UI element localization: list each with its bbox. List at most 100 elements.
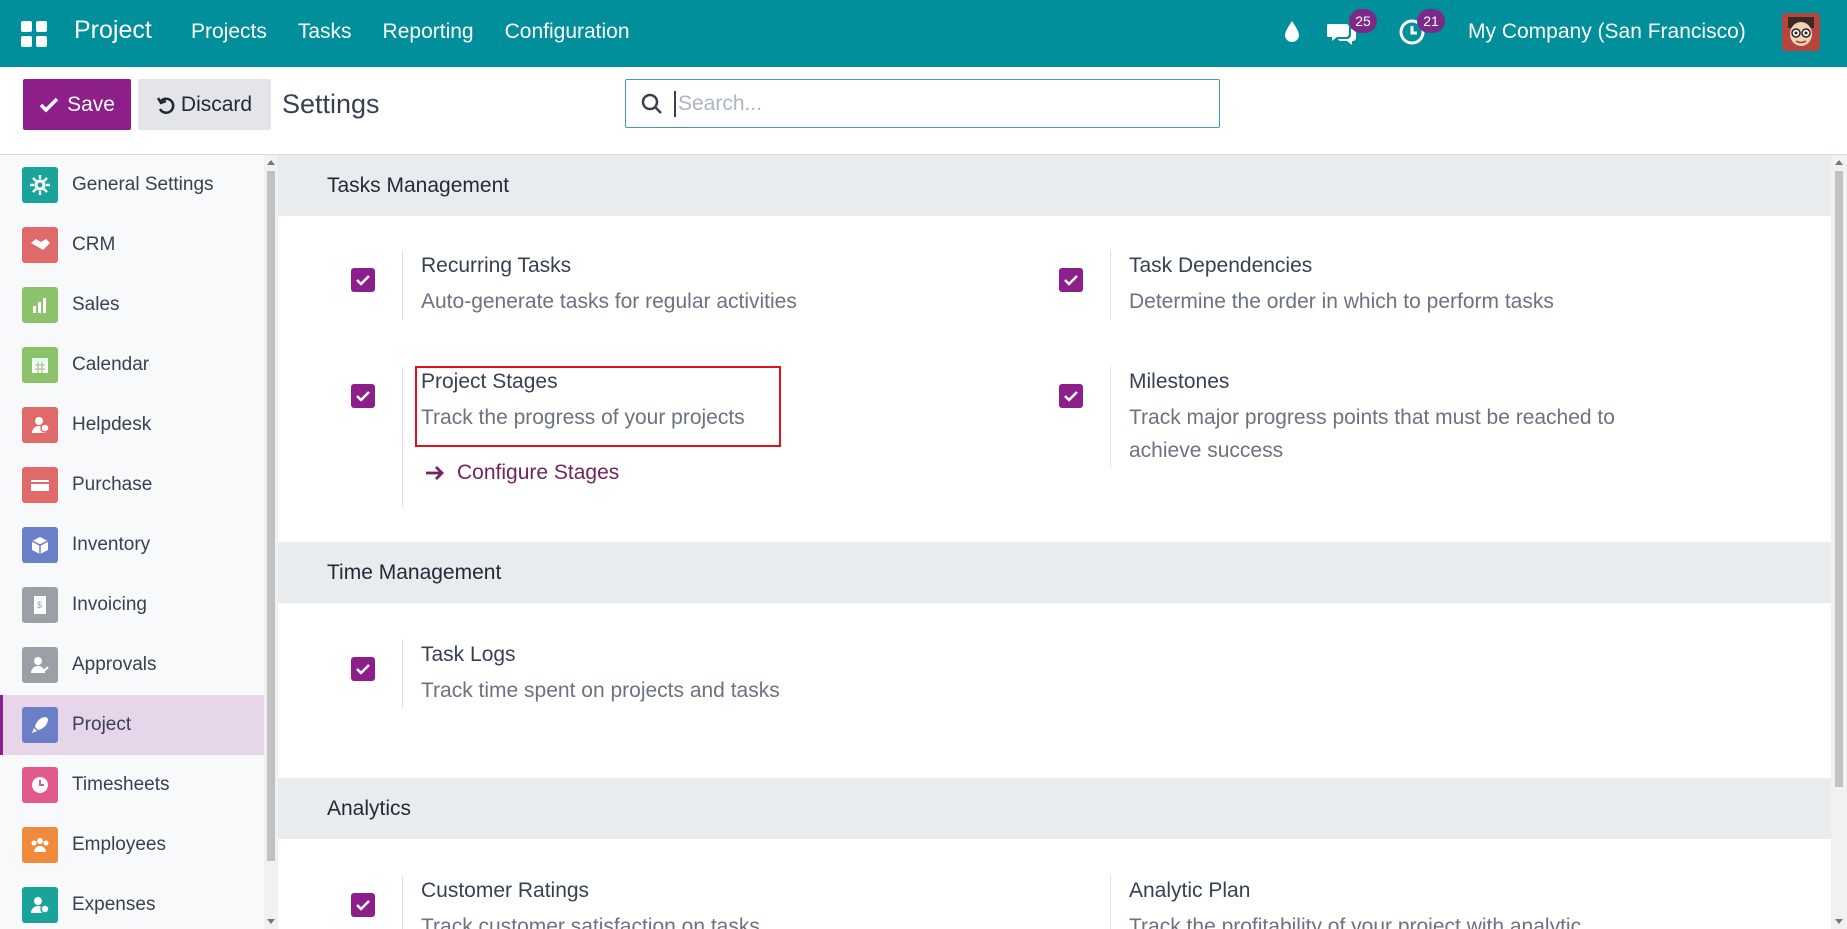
sidebar-item-sales[interactable]: Sales xyxy=(0,275,264,335)
divider xyxy=(402,250,403,320)
sidebar-item-label: Invoicing xyxy=(72,594,147,615)
milestones-checkbox[interactable] xyxy=(1059,384,1083,408)
task-logs-checkbox[interactable] xyxy=(351,657,375,681)
sidebar-item-label: Timesheets xyxy=(72,774,170,795)
customer-ratings-desc: Track customer satisfaction on tasks xyxy=(421,915,760,929)
milestones-title: Milestones xyxy=(1129,370,1230,393)
content-scrollbar[interactable] xyxy=(1831,155,1847,929)
main-menu: Projects Tasks Reporting Configuration xyxy=(191,20,661,44)
app-brand[interactable]: Project xyxy=(74,16,152,45)
arrow-right-icon xyxy=(426,466,444,480)
search-icon xyxy=(641,93,662,114)
sidebar-item-timesheets[interactable]: Timesheets xyxy=(0,755,264,815)
sidebar-item-calendar[interactable]: Calendar xyxy=(0,335,264,395)
section-header-time: Time Management xyxy=(278,542,1831,603)
expense-icon xyxy=(22,887,58,923)
sidebar-item-label: Expenses xyxy=(72,894,156,915)
sidebar-item-label: Calendar xyxy=(72,354,150,375)
milestones-desc: Track major progress points that must be… xyxy=(1129,406,1615,462)
sidebar-item-helpdesk[interactable]: Helpdesk xyxy=(0,395,264,455)
sidebar-scrollbar[interactable] xyxy=(264,155,278,929)
sidebar-item-inventory[interactable]: Inventory xyxy=(0,515,264,575)
people-icon xyxy=(22,827,58,863)
search-box[interactable] xyxy=(625,79,1220,128)
section-header-analytics: Analytics xyxy=(278,778,1831,839)
task-dependencies-title: Task Dependencies xyxy=(1129,254,1313,277)
activities-badge: 21 xyxy=(1417,9,1445,33)
discard-button[interactable]: Discard xyxy=(138,79,271,130)
messages-badge: 25 xyxy=(1349,9,1377,33)
invoice-icon: $ xyxy=(22,587,58,623)
divider xyxy=(402,367,403,507)
task-logs-title: Task Logs xyxy=(421,643,516,666)
gear-icon xyxy=(22,167,58,203)
analytic-plan-desc: Track the profitability of your project … xyxy=(1129,915,1582,929)
sidebar-item-general-settings[interactable]: General Settings xyxy=(0,155,264,215)
settings-content: Tasks Management Recurring Tasks Auto-ge… xyxy=(278,155,1831,929)
recurring-tasks-checkbox[interactable] xyxy=(351,268,375,292)
divider xyxy=(1110,367,1111,467)
task-dependencies-desc: Determine the order in which to perform … xyxy=(1129,290,1554,313)
sidebar-item-label: Helpdesk xyxy=(72,414,152,435)
sidebar-item-label: Approvals xyxy=(72,654,157,675)
sidebar-item-label: General Settings xyxy=(72,174,214,195)
sidebar-item-project[interactable]: Project xyxy=(0,695,264,755)
section-header-tasks: Tasks Management xyxy=(278,155,1831,216)
configure-stages-label: Configure Stages xyxy=(457,461,620,484)
task-logs-desc: Track time spent on projects and tasks xyxy=(421,679,780,702)
save-button[interactable]: Save xyxy=(23,79,131,130)
undo-icon xyxy=(156,96,175,114)
sidebar-item-label: Employees xyxy=(72,834,166,855)
divider xyxy=(1110,250,1111,320)
save-label: Save xyxy=(67,92,115,116)
highlight-box xyxy=(415,366,781,447)
control-panel: Save Discard Settings xyxy=(0,67,1847,155)
approval-icon xyxy=(22,647,58,683)
sidebar-item-employees[interactable]: Employees xyxy=(0,815,264,875)
sidebar-item-label: Inventory xyxy=(72,534,151,555)
menu-projects[interactable]: Projects xyxy=(191,20,267,44)
sidebar-item-purchase[interactable]: Purchase xyxy=(0,455,264,515)
rocket-icon xyxy=(22,707,58,743)
sidebar-item-expenses[interactable]: Expenses xyxy=(0,875,264,929)
discard-label: Discard xyxy=(180,92,253,116)
timesheet-icon xyxy=(22,767,58,803)
chart-icon xyxy=(22,287,58,323)
project-stages-checkbox[interactable] xyxy=(351,384,375,408)
drop-icon[interactable] xyxy=(1283,20,1301,44)
top-navbar: Project Projects Tasks Reporting Configu… xyxy=(0,0,1847,67)
card-icon xyxy=(22,467,58,503)
page-title: Settings xyxy=(282,89,380,119)
sidebar-item-crm[interactable]: CRM xyxy=(0,215,264,275)
search-input[interactable] xyxy=(674,90,1194,117)
helpdesk-icon xyxy=(22,407,58,443)
customer-ratings-checkbox[interactable] xyxy=(351,893,375,917)
svg-text:$: $ xyxy=(37,600,42,610)
analytic-plan-title: Analytic Plan xyxy=(1129,879,1251,902)
sidebar-item-label: CRM xyxy=(72,234,116,255)
sidebar-item-invoicing[interactable]: $ Invoicing xyxy=(0,575,264,635)
sidebar-item-approvals[interactable]: Approvals xyxy=(0,635,264,695)
settings-sidebar: General Settings CRM Sales Calendar Helpdesk… xyxy=(0,155,264,929)
sidebar-item-label: Project xyxy=(72,714,132,735)
menu-tasks[interactable]: Tasks xyxy=(298,20,352,44)
check-icon xyxy=(39,97,59,112)
divider xyxy=(1110,875,1111,929)
handshake-icon xyxy=(22,227,58,263)
menu-reporting[interactable]: Reporting xyxy=(383,20,474,44)
box-icon xyxy=(22,527,58,563)
task-dependencies-checkbox[interactable] xyxy=(1059,268,1083,292)
recurring-tasks-desc: Auto-generate tasks for regular activiti… xyxy=(421,290,797,313)
recurring-tasks-title: Recurring Tasks xyxy=(421,254,572,277)
user-avatar[interactable] xyxy=(1782,13,1820,51)
divider xyxy=(402,875,403,929)
company-switcher[interactable]: My Company (San Francisco) xyxy=(1468,20,1746,44)
apps-menu-icon[interactable] xyxy=(21,21,47,47)
divider xyxy=(402,639,403,709)
sidebar-item-label: Sales xyxy=(72,294,120,315)
calendar-icon xyxy=(22,347,58,383)
menu-configuration[interactable]: Configuration xyxy=(505,20,630,44)
customer-ratings-title: Customer Ratings xyxy=(421,879,590,902)
sidebar-item-label: Purchase xyxy=(72,474,153,495)
configure-stages-link[interactable]: Configure Stages xyxy=(425,461,619,485)
